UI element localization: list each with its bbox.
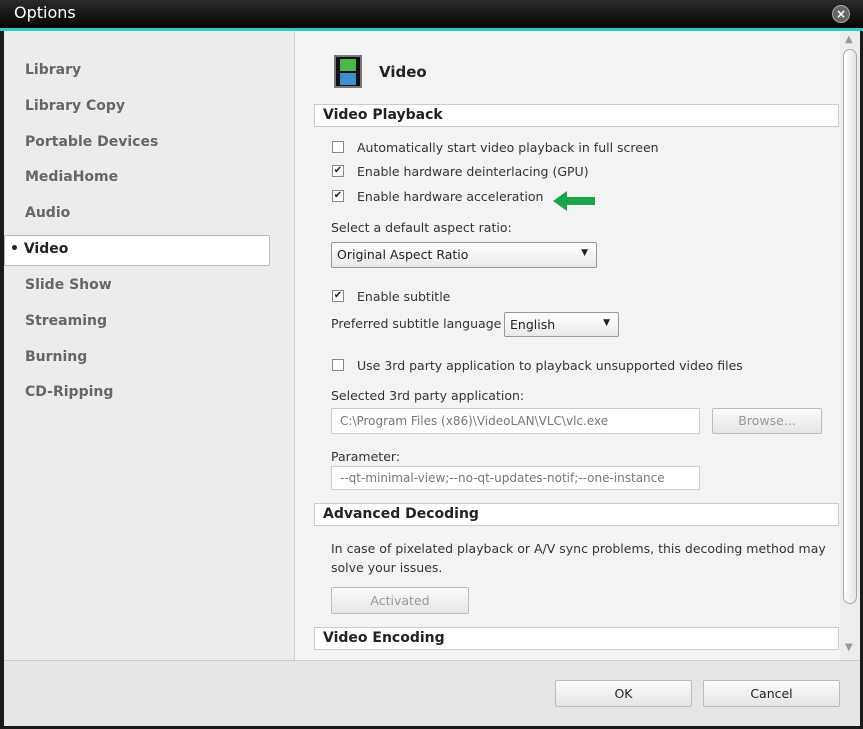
sidebar-item-video[interactable]: • Video [10, 241, 68, 257]
third-party-label: Use 3rd party application to playback un… [357, 358, 743, 373]
scroll-down-icon[interactable]: ▼ [845, 642, 853, 653]
fullscreen-checkbox[interactable] [332, 141, 344, 153]
third-party-app-label: Selected 3rd party application: [331, 388, 525, 403]
sidebar-item-portable-devices[interactable]: Portable Devices [25, 134, 158, 150]
browse-button[interactable]: Browse... [712, 408, 822, 434]
fullscreen-label: Automatically start video playback in fu… [357, 140, 659, 155]
cancel-button[interactable]: Cancel [703, 680, 840, 707]
acceleration-label: Enable hardware acceleration [357, 189, 544, 204]
third-party-checkbox[interactable] [332, 359, 344, 371]
subtitle-language-label: Preferred subtitle language [331, 316, 502, 331]
activated-button[interactable]: Activated [331, 587, 469, 614]
aspect-value: Original Aspect Ratio [337, 247, 469, 262]
green-arrow-icon [553, 189, 597, 217]
window-title: Options [14, 3, 76, 22]
section-video-playback: Video Playback [314, 104, 839, 127]
sidebar-item-mediahome[interactable]: MediaHome [25, 169, 118, 185]
sidebar-item-audio[interactable]: Audio [25, 205, 70, 221]
title-bar [0, 0, 863, 28]
sidebar: Library Library Copy Portable Devices Me… [4, 31, 295, 660]
advanced-text-line2: solve your issues. [331, 560, 443, 575]
parameter-input[interactable]: --qt-minimal-view;--no-qt-updates-notif;… [331, 466, 700, 490]
sidebar-item-library-copy[interactable]: Library Copy [25, 98, 125, 114]
film-icon [334, 55, 362, 88]
sidebar-item-slide-show[interactable]: Slide Show [25, 277, 112, 293]
chevron-down-icon: ▼ [603, 318, 610, 328]
chevron-down-icon: ▼ [581, 248, 588, 258]
sidebar-item-cd-ripping[interactable]: CD-Ripping [25, 384, 113, 400]
sidebar-item-streaming[interactable]: Streaming [25, 313, 107, 329]
deinterlace-label: Enable hardware deinterlacing (GPU) [357, 164, 589, 179]
parameter-label: Parameter: [331, 449, 401, 464]
advanced-text-line1: In case of pixelated playback or A/V syn… [331, 541, 826, 556]
subtitle-label: Enable subtitle [357, 289, 451, 304]
sidebar-item-burning[interactable]: Burning [25, 349, 87, 365]
section-video-encoding: Video Encoding [314, 627, 839, 650]
subtitle-checkbox[interactable]: ✔ [332, 290, 344, 302]
close-icon[interactable]: × [832, 5, 850, 23]
sidebar-item-library[interactable]: Library [25, 62, 81, 78]
content-panel: Video Video Playback Automatically start… [295, 31, 840, 660]
section-advanced-decoding: Advanced Decoding [314, 503, 839, 526]
scroll-thumb[interactable] [843, 49, 857, 604]
scrollbar[interactable]: ▲ ▼ [840, 31, 860, 660]
aspect-label: Select a default aspect ratio: [331, 220, 512, 235]
ok-button[interactable]: OK [555, 680, 692, 707]
acceleration-checkbox[interactable]: ✔ [332, 190, 344, 202]
scroll-up-icon[interactable]: ▲ [845, 34, 853, 45]
subtitle-language-value: English [510, 317, 556, 332]
page-title: Video [379, 63, 427, 81]
subtitle-language-dropdown[interactable]: English ▼ [504, 312, 619, 337]
third-party-app-input[interactable]: C:\Program Files (x86)\VideoLAN\VLC\vlc.… [331, 408, 700, 434]
deinterlace-checkbox[interactable]: ✔ [332, 165, 344, 177]
aspect-ratio-dropdown[interactable]: Original Aspect Ratio ▼ [331, 242, 597, 268]
